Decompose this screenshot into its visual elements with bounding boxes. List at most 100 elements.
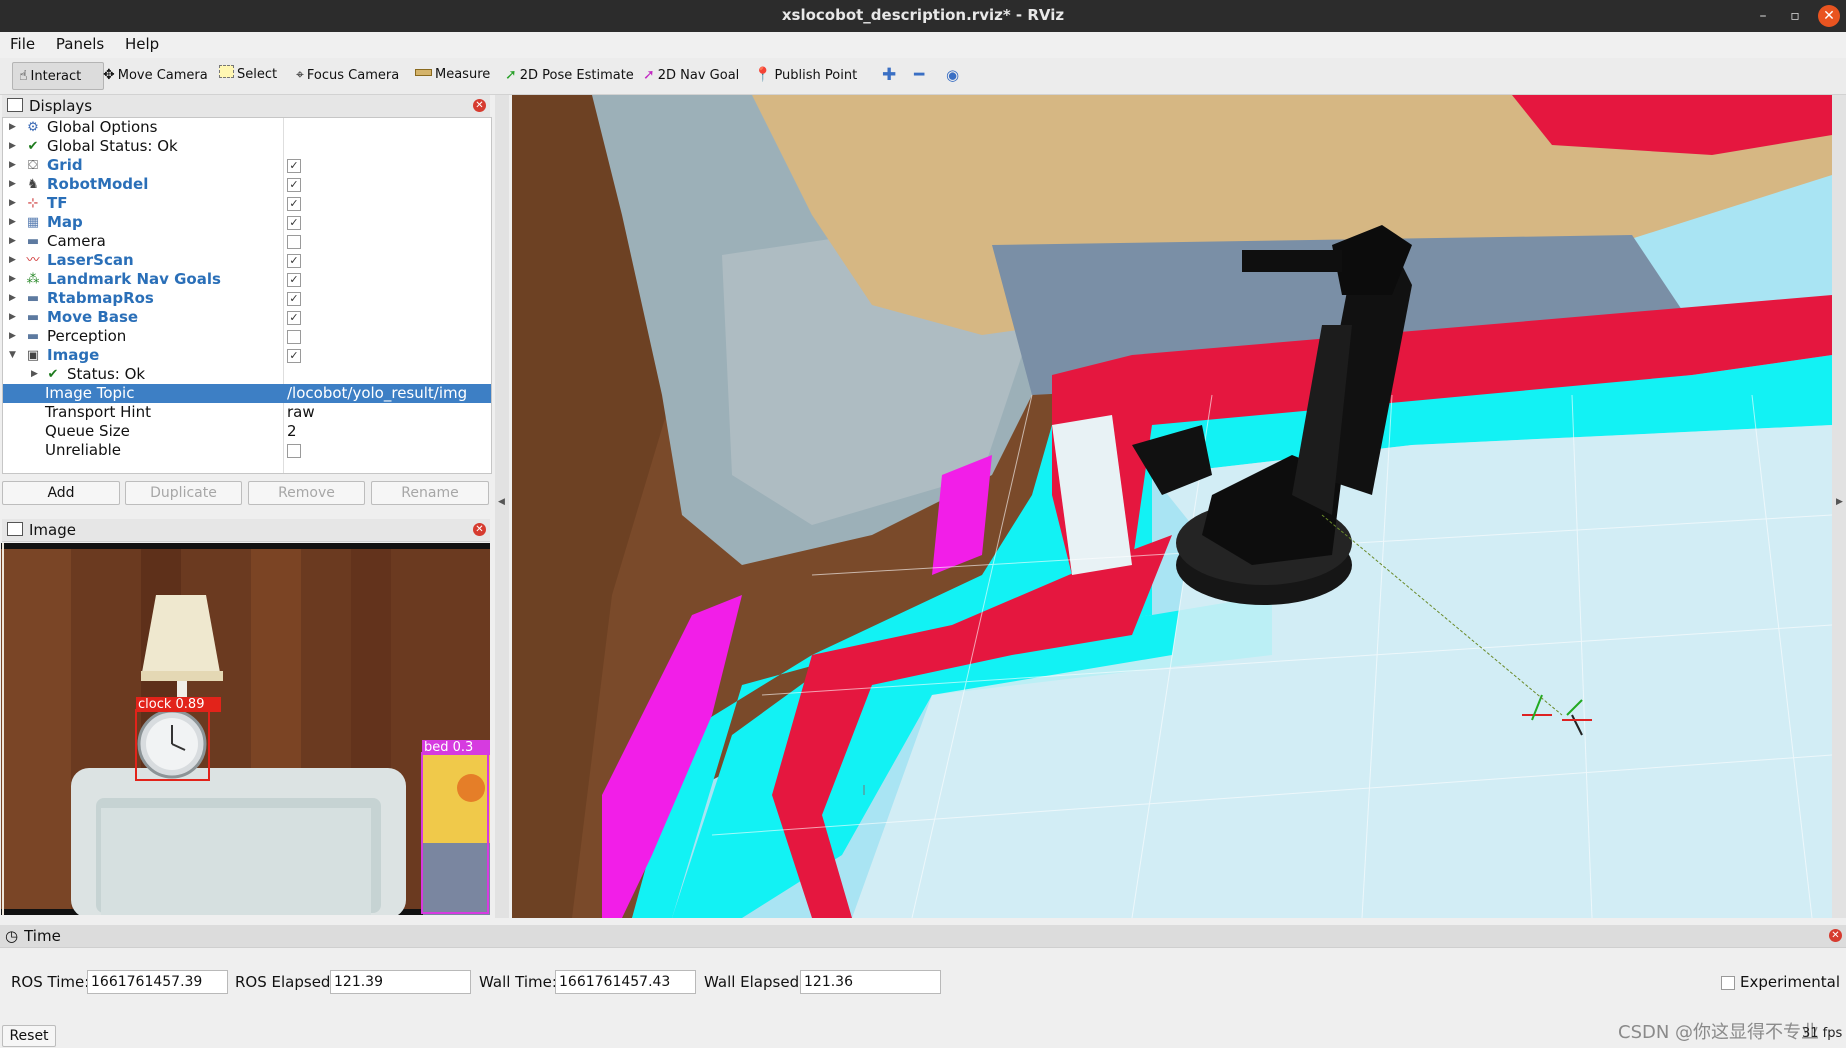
duplicate-button[interactable]: Duplicate	[125, 481, 242, 505]
display-item-tf[interactable]: ▶ ⊹ TF ✓	[3, 194, 491, 213]
add-button[interactable]: Add	[2, 481, 120, 505]
tool-interact[interactable]: ☝ Interact	[12, 62, 104, 90]
focus-camera-icon: ⌖	[296, 67, 304, 83]
collapse-left-icon[interactable]: ◀	[498, 497, 505, 507]
menu-file[interactable]: File	[0, 32, 41, 53]
image-panel-title: Image	[29, 521, 76, 539]
expand-arrow-icon[interactable]: ▶	[9, 175, 16, 194]
interact-icon: ☝	[19, 68, 28, 84]
menu-bar: File Panels Help	[0, 32, 1846, 58]
image-panel-close-icon[interactable]: ✕	[473, 523, 486, 536]
time-panel-close-icon[interactable]: ✕	[1829, 929, 1842, 942]
image-status-row[interactable]: ▶ ✔ Status: Ok	[3, 365, 491, 384]
expand-arrow-icon[interactable]: ▶	[9, 213, 16, 232]
robot-icon: ♞	[27, 177, 39, 192]
expand-arrow-icon[interactable]: ▶	[9, 308, 16, 327]
display-item-image[interactable]: ▼ ▣ Image ✓	[3, 346, 491, 365]
expand-arrow-icon[interactable]: ▶	[9, 289, 16, 308]
render-3d-view[interactable]	[512, 95, 1832, 918]
tool-2d-pose-estimate[interactable]: ➚ 2D Pose Estimate	[499, 62, 640, 88]
expand-arrow-icon[interactable]: ▶	[9, 327, 16, 346]
display-item-perception[interactable]: ▶ ▬ Perception	[3, 327, 491, 346]
folder-icon: ▬	[26, 234, 40, 249]
display-item-global-options[interactable]: ▶ ⚙ Global Options	[3, 118, 491, 137]
grid-checkbox[interactable]: ✓	[287, 159, 301, 173]
display-item-map[interactable]: ▶ ▦ Map ✓	[3, 213, 491, 232]
experimental-checkbox[interactable]	[1721, 976, 1735, 990]
expand-arrow-icon[interactable]: ▶	[9, 251, 16, 270]
remove-tool-icon[interactable]: ━	[908, 62, 930, 88]
tool-measure[interactable]: Measure	[409, 62, 496, 88]
displays-tree: ▶ ⚙ Global Options ▶ ✔ Global Status: Ok ▶ ⛋ G…	[2, 117, 492, 474]
menu-panels[interactable]: Panels	[46, 32, 110, 53]
minimize-icon[interactable]: –	[1752, 5, 1774, 27]
display-item-rtabmapros[interactable]: ▶ ▬ RtabmapRos ✓	[3, 289, 491, 308]
remove-button[interactable]: Remove	[248, 481, 365, 505]
queue-size-row[interactable]: Queue Size 2	[3, 422, 491, 441]
display-item-robotmodel[interactable]: ▶ ♞ RobotModel ✓	[3, 175, 491, 194]
display-item-grid[interactable]: ▶ ⛋ Grid ✓	[3, 156, 491, 175]
wall-time-field[interactable]: 1661761457.43	[555, 970, 696, 994]
ros-elapsed-field[interactable]: 121.39	[330, 970, 471, 994]
dock-splitter[interactable]: ◀	[495, 95, 509, 918]
tool-focus-camera[interactable]: ⌖ Focus Camera	[290, 62, 405, 88]
transport-hint-value[interactable]: raw	[287, 403, 315, 422]
tool-move-camera[interactable]: ✥ Move Camera	[97, 62, 214, 88]
laserscan-checkbox[interactable]: ✓	[287, 254, 301, 268]
tool-properties-icon[interactable]: ◉	[940, 62, 965, 88]
image-icon: ▣	[26, 348, 40, 363]
display-item-global-status[interactable]: ▶ ✔ Global Status: Ok	[3, 137, 491, 156]
rename-button[interactable]: Rename	[371, 481, 489, 505]
ros-time-field[interactable]: 1661761457.39	[87, 970, 228, 994]
image-topic-value[interactable]: /locobot/yolo_result/img	[287, 384, 467, 403]
close-window-icon[interactable]: ✕	[1818, 5, 1840, 27]
expand-arrow-icon[interactable]: ▶	[9, 270, 16, 289]
perception-checkbox[interactable]	[287, 330, 301, 344]
image-checkbox[interactable]: ✓	[287, 349, 301, 363]
display-item-landmark-nav-goals[interactable]: ▶ ⁂ Landmark Nav Goals ✓	[3, 270, 491, 289]
tool-select[interactable]: Select	[213, 62, 283, 88]
rtabmapros-checkbox[interactable]: ✓	[287, 292, 301, 306]
unreliable-checkbox[interactable]	[287, 444, 301, 458]
collapse-right-icon[interactable]: ▶	[1836, 497, 1843, 507]
displays-close-icon[interactable]: ✕	[473, 99, 486, 112]
gear-icon: ⚙	[27, 120, 39, 135]
right-splitter[interactable]: ▶	[1832, 95, 1846, 918]
checkmark-icon: ✔	[47, 367, 59, 382]
display-item-camera[interactable]: ▶ ▬ Camera	[3, 232, 491, 251]
expand-arrow-icon[interactable]: ▶	[9, 118, 16, 137]
image-topic-row[interactable]: Image Topic/locobot/yolo_result/img	[3, 384, 491, 403]
display-item-laserscan[interactable]: ▶ 〰 LaserScan ✓	[3, 251, 491, 270]
camera-image-view[interactable]: clock 0.89 bed 0.3	[1, 543, 490, 915]
unreliable-row[interactable]: Unreliable	[3, 441, 491, 460]
add-tool-icon[interactable]: ✚	[876, 62, 902, 88]
experimental-label: Experimental	[1740, 973, 1841, 991]
queue-size-value[interactable]: 2	[287, 422, 297, 441]
move-camera-icon: ✥	[103, 67, 115, 83]
expand-arrow-icon[interactable]: ▶	[9, 137, 16, 156]
move-base-checkbox[interactable]: ✓	[287, 311, 301, 325]
robotmodel-checkbox[interactable]: ✓	[287, 178, 301, 192]
tool-publish-point[interactable]: 📍 Publish Point	[748, 62, 863, 88]
wall-elapsed-field[interactable]: 121.36	[800, 970, 941, 994]
reset-button[interactable]: Reset	[2, 1025, 56, 1047]
folder-icon: ▬	[26, 329, 40, 344]
maximize-icon[interactable]: ▫	[1784, 5, 1806, 27]
clock-icon: ◷	[5, 927, 19, 945]
image-panel-header: Image ✕	[2, 519, 490, 542]
checkmark-icon: ✔	[27, 139, 39, 154]
expand-arrow-icon[interactable]: ▶	[31, 365, 38, 384]
expand-arrow-icon[interactable]: ▶	[9, 232, 16, 251]
landmark-nav-goals-checkbox[interactable]: ✓	[287, 273, 301, 287]
menu-help[interactable]: Help	[115, 32, 165, 53]
transport-hint-row[interactable]: Transport Hint raw	[3, 403, 491, 422]
collapse-arrow-icon[interactable]: ▼	[9, 346, 16, 365]
map-checkbox[interactable]: ✓	[287, 216, 301, 230]
tool-2d-nav-goal[interactable]: ➚ 2D Nav Goal	[637, 62, 745, 88]
tf-checkbox[interactable]: ✓	[287, 197, 301, 211]
expand-arrow-icon[interactable]: ▶	[9, 156, 16, 175]
display-item-move-base[interactable]: ▶ ▬ Move Base ✓	[3, 308, 491, 327]
ros-time-label: ROS Time:	[11, 973, 90, 991]
expand-arrow-icon[interactable]: ▶	[9, 194, 16, 213]
camera-checkbox[interactable]	[287, 235, 301, 249]
